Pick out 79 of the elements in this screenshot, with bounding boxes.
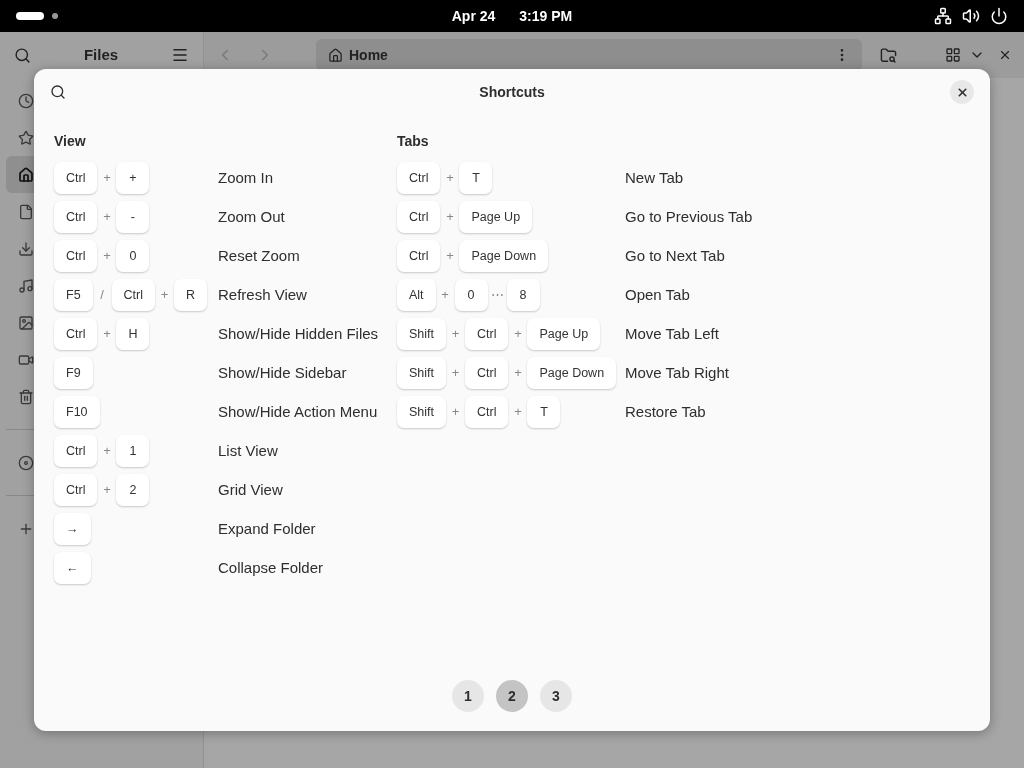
path-label: Home xyxy=(349,45,388,65)
app-title: Files xyxy=(82,44,120,65)
section-title: Tabs xyxy=(397,132,430,151)
key-cap: Ctrl xyxy=(397,162,441,194)
shortcut-label: Go to Previous Tab xyxy=(625,206,753,227)
shortcut-label: Grid View xyxy=(218,479,283,500)
shortcut-label: Expand Folder xyxy=(218,518,316,539)
key-separator: ⋯ xyxy=(489,286,505,305)
key-separator: + xyxy=(102,442,112,461)
key-separator: + xyxy=(445,169,455,188)
shortcut-label: Show/Hide Hidden Files xyxy=(218,323,379,344)
key-cap: Shift xyxy=(397,357,446,389)
shortcut-label: Open Tab xyxy=(625,284,690,305)
key-separator: + xyxy=(102,169,112,188)
key-cap: 0 xyxy=(454,279,488,311)
key-separator: + xyxy=(450,364,461,383)
shortcut-label: Move Tab Right xyxy=(625,362,729,383)
shortcut-label: New Tab xyxy=(625,167,684,188)
key-cap: Shift xyxy=(397,318,446,350)
shortcut-label: Move Tab Left xyxy=(625,323,719,344)
key-cap: Shift xyxy=(397,396,446,428)
key-cap: Ctrl xyxy=(397,240,441,272)
key-separator: + xyxy=(440,286,450,305)
key-cap: Page Up xyxy=(527,318,601,350)
key-separator: + xyxy=(445,208,455,227)
key-cap: 8 xyxy=(506,279,540,311)
key-cap: - xyxy=(116,201,150,233)
key-cap: Ctrl xyxy=(54,162,98,194)
dialog-title: Shortcuts xyxy=(479,82,545,102)
key-cap: Ctrl xyxy=(111,279,156,311)
shortcut-label: Zoom In xyxy=(218,167,274,188)
shortcut-label: Zoom Out xyxy=(218,206,285,227)
key-cap: Ctrl xyxy=(54,240,98,272)
key-cap: + xyxy=(116,162,150,194)
key-separator: + xyxy=(102,325,112,344)
key-cap: Ctrl xyxy=(54,435,98,467)
key-separator: + xyxy=(445,247,455,266)
key-cap: Ctrl xyxy=(54,201,98,233)
shortcut-label: Reset Zoom xyxy=(218,245,300,266)
key-cap: → xyxy=(54,513,91,545)
key-cap: T xyxy=(527,396,561,428)
key-cap: Ctrl xyxy=(397,201,441,233)
key-cap: Page Up xyxy=(459,201,533,233)
key-cap: Page Down xyxy=(527,357,617,389)
key-separator: + xyxy=(102,208,112,227)
shortcut-label: Go to Next Tab xyxy=(625,245,725,266)
key-separator: + xyxy=(450,325,461,344)
shortcut-label: Collapse Folder xyxy=(218,557,324,578)
key-separator: + xyxy=(513,403,523,422)
key-cap: F10 xyxy=(54,396,100,428)
key-cap: Ctrl xyxy=(54,318,98,350)
key-separator: + xyxy=(102,247,112,266)
shortcut-label: Restore Tab xyxy=(625,401,706,422)
key-cap: 0 xyxy=(116,240,150,272)
key-cap: Ctrl xyxy=(465,396,509,428)
shortcut-label: Show/Hide Sidebar xyxy=(218,362,347,383)
key-cap: 2 xyxy=(116,474,150,506)
key-cap: T xyxy=(459,162,493,194)
key-separator: + xyxy=(159,286,170,305)
key-cap: Ctrl xyxy=(54,474,98,506)
key-cap: R xyxy=(174,279,208,311)
key-cap: Ctrl xyxy=(465,318,509,350)
key-separator: + xyxy=(450,403,461,422)
key-separator: + xyxy=(513,364,523,383)
shortcut-label: Show/Hide Action Menu xyxy=(218,401,378,422)
key-cap: ← xyxy=(54,552,91,584)
key-separator: + xyxy=(513,325,523,344)
section-title: View xyxy=(54,132,87,151)
key-cap: H xyxy=(116,318,150,350)
key-cap: 1 xyxy=(116,435,150,467)
key-cap: F5 xyxy=(54,279,93,311)
shortcut-label: Refresh View xyxy=(218,284,307,305)
key-cap: F9 xyxy=(54,357,93,389)
key-cap: Page Down xyxy=(459,240,549,272)
key-separator: / xyxy=(99,286,105,305)
key-separator: + xyxy=(102,481,112,500)
key-cap: Alt xyxy=(397,279,436,311)
shortcut-label: List View xyxy=(218,440,278,461)
key-cap: Ctrl xyxy=(465,357,509,389)
